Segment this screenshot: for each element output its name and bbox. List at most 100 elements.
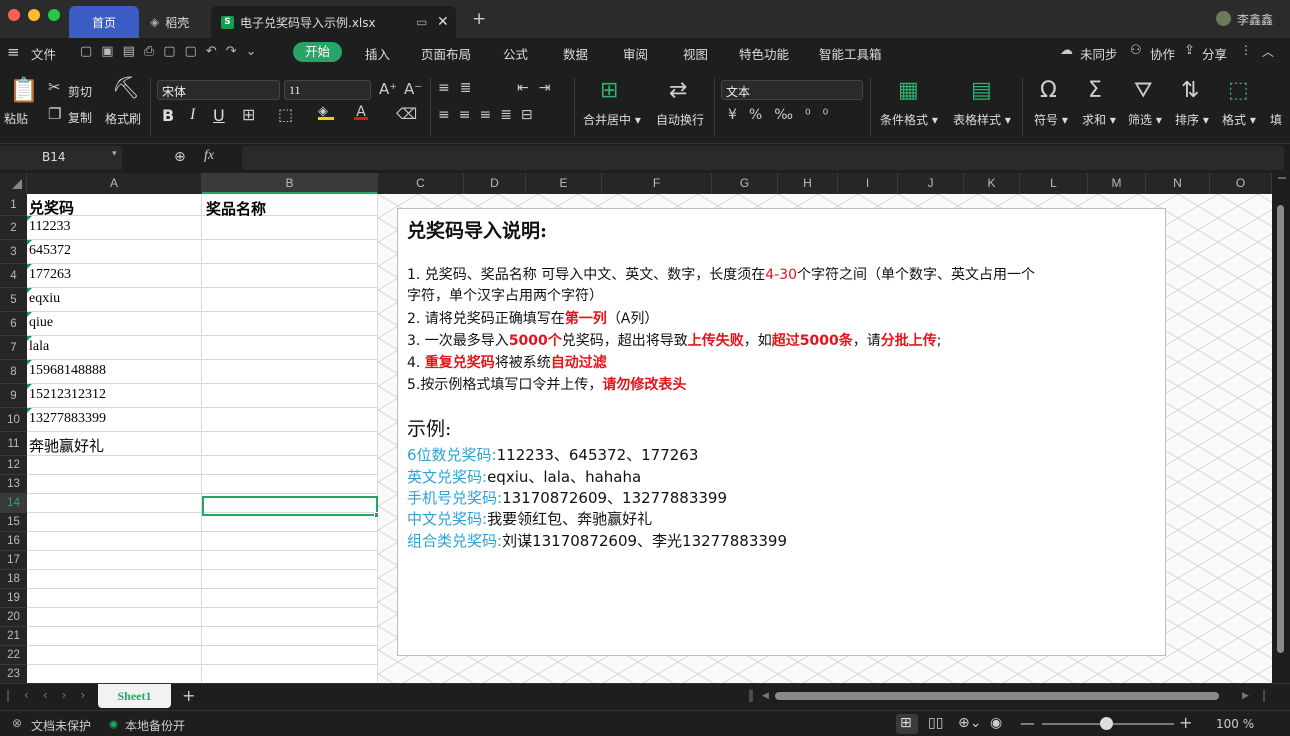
row-header-18[interactable]: 18 (0, 570, 27, 589)
format-icon[interactable]: ⬚ (1228, 80, 1249, 102)
clear-icon[interactable]: ⌫ (396, 105, 417, 123)
column-header-h[interactable]: H (778, 173, 838, 194)
bold-icon[interactable]: B (162, 106, 174, 125)
menu-features[interactable]: 特色功能 (739, 44, 789, 63)
row-header-8[interactable]: 8 (0, 360, 27, 384)
merge-icon[interactable]: ⊞ (600, 80, 618, 102)
row-header-2[interactable]: 2 (0, 216, 27, 240)
format-painter-icon[interactable]: ⛏ (112, 78, 140, 100)
menu-view[interactable]: 视图 (683, 44, 708, 63)
merge-button[interactable]: 合并居中 ▾ (583, 111, 641, 128)
symbol-button[interactable]: 符号 ▾ (1034, 111, 1068, 128)
menu-start[interactable]: 开始 (293, 42, 342, 62)
table-style-icon[interactable]: ▤ (971, 80, 992, 102)
menu-page-layout[interactable]: 页面布局 (421, 44, 471, 63)
font-shrink-icon[interactable]: A⁻ (404, 80, 422, 98)
row-header-5[interactable]: 5 (0, 288, 27, 312)
underline-icon[interactable]: U (213, 106, 225, 125)
avatar[interactable] (1216, 11, 1231, 26)
font-color-icon[interactable]: A (354, 104, 368, 120)
border-icon[interactable]: ⊞ (242, 105, 255, 124)
page-break-view-icon[interactable]: ⊕⌄ (958, 715, 981, 731)
row-header-15[interactable]: 15 (0, 513, 27, 532)
wrap-icon[interactable]: ⇄ (669, 80, 687, 102)
format-painter-button[interactable]: 格式刷 (105, 110, 141, 127)
filter-button[interactable]: 筛选 ▾ (1128, 111, 1162, 128)
cell-a1[interactable]: 兑奖码 (27, 197, 202, 218)
number-format-icons[interactable]: ¥%‰⁰⁰ (728, 107, 840, 123)
zoom-level[interactable]: 100 % (1216, 717, 1254, 731)
zoom-search-icon[interactable]: ⊕ (174, 149, 186, 165)
row-header-22[interactable]: 22 (0, 646, 27, 665)
wrap-button[interactable]: 自动换行 (656, 111, 704, 128)
column-header-o[interactable]: O (1210, 173, 1272, 194)
cell-a10[interactable]: 13277883399 (27, 408, 202, 427)
fill-color-icon[interactable]: ◈ (318, 104, 334, 120)
row-header-17[interactable]: 17 (0, 551, 27, 570)
column-header-l[interactable]: L (1020, 173, 1088, 194)
horizontal-align-icons[interactable]: ≡≡≡≣⊟ (438, 107, 542, 123)
zoom-out-icon[interactable]: — (1020, 714, 1035, 732)
collab-button[interactable]: 协作 (1150, 44, 1175, 63)
sort-button[interactable]: 排序 ▾ (1175, 111, 1209, 128)
quick-access-icons[interactable]: ▢▣▤⎙▢▢↶↷⌄ (80, 44, 266, 59)
protect-status[interactable]: 文档未保护 (31, 717, 91, 734)
scroll-right-icon[interactable]: ▶ (1242, 691, 1249, 701)
row-header-1[interactable]: 1 (0, 194, 27, 216)
number-format-select[interactable]: 文本 (721, 80, 863, 100)
cut-button[interactable]: 剪切 (68, 83, 92, 100)
sheet-tab-sheet1[interactable]: Sheet1 (98, 684, 171, 708)
column-header-f[interactable]: F (602, 173, 712, 194)
cell-a8[interactable]: 15968148888 (27, 360, 202, 379)
column-header-n[interactable]: N (1146, 173, 1210, 194)
row-header-11[interactable]: 11 (0, 432, 27, 456)
row-header-6[interactable]: 6 (0, 312, 27, 336)
paste-button[interactable]: 粘贴 (4, 110, 28, 127)
row-header-12[interactable]: 12 (0, 456, 27, 475)
column-header-j[interactable]: J (898, 173, 964, 194)
horizontal-scroll-thumb[interactable] (775, 692, 1219, 700)
backup-status[interactable]: 本地备份开 (125, 717, 185, 734)
filter-icon[interactable]: ⛛ (1134, 80, 1152, 102)
table-style-button[interactable]: 表格样式 ▾ (953, 111, 1011, 128)
cell-a4[interactable]: 177263 (27, 264, 202, 283)
tab-file[interactable]: S 电子兑奖码导入示例.xlsx ▭ ✕ (211, 6, 456, 38)
hscroll-end-icon[interactable]: | (1262, 688, 1266, 702)
column-header-g[interactable]: G (712, 173, 778, 194)
paste-icon[interactable]: 📋 (9, 78, 39, 102)
fill-button[interactable]: 填 (1270, 111, 1282, 128)
cell-a3[interactable]: 645372 (27, 240, 202, 259)
column-header-i[interactable]: I (838, 173, 898, 194)
row-header-20[interactable]: 20 (0, 608, 27, 627)
font-grow-icon[interactable]: A⁺ (379, 80, 397, 98)
menu-formula[interactable]: 公式 (503, 44, 528, 63)
zoom-slider-thumb[interactable] (1100, 717, 1113, 730)
font-name-select[interactable]: 宋体 (157, 80, 280, 100)
row-header-13[interactable]: 13 (0, 475, 27, 494)
menu-smart-tools[interactable]: 智能工具箱 (819, 44, 882, 63)
row-header-7[interactable]: 7 (0, 336, 27, 360)
font-size-select[interactable]: 11 (284, 80, 371, 100)
menu-data[interactable]: 数据 (563, 44, 588, 63)
row-header-4[interactable]: 4 (0, 264, 27, 288)
cell-b1[interactable]: 奖品名称 (204, 198, 378, 219)
float-window-icon[interactable]: ▭ (416, 15, 427, 29)
vertical-scroll-thumb[interactable] (1277, 205, 1284, 653)
share-button[interactable]: 分享 (1202, 44, 1227, 63)
tab-home[interactable]: 首页 (69, 6, 139, 38)
collapse-ribbon-icon[interactable]: ︿ (1262, 43, 1274, 60)
italic-icon[interactable]: I (190, 106, 195, 124)
name-box-dropdown-icon[interactable]: ▾ (112, 149, 117, 159)
cell-a6[interactable]: qiue (27, 312, 202, 331)
row-header-10[interactable]: 10 (0, 408, 27, 432)
close-window-icon[interactable] (8, 9, 20, 21)
column-header-b[interactable]: B (202, 173, 378, 194)
cell-a7[interactable]: lala (27, 336, 202, 355)
symbol-icon[interactable]: Ω (1040, 80, 1057, 102)
column-header-c[interactable]: C (378, 173, 464, 194)
hamburger-icon[interactable]: ≡ (7, 43, 20, 61)
column-header-k[interactable]: K (964, 173, 1020, 194)
cell-style-icon[interactable]: ⬚ (278, 105, 293, 124)
close-tab-icon[interactable]: ✕ (437, 14, 449, 30)
row-header-21[interactable]: 21 (0, 627, 27, 646)
